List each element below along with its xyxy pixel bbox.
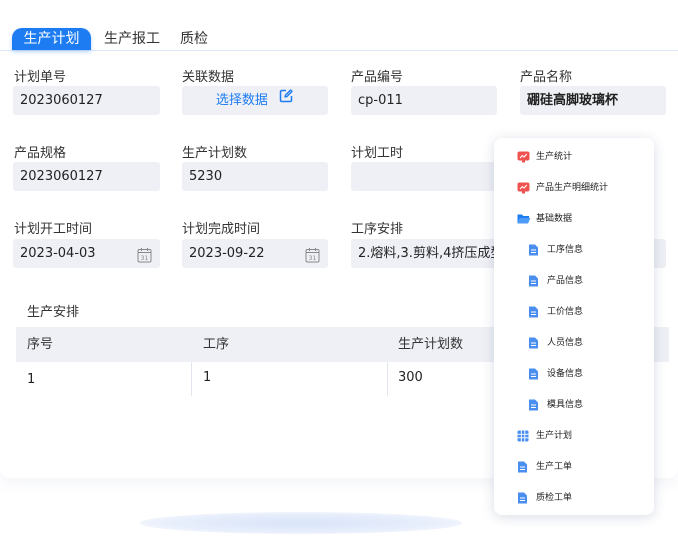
document-icon	[518, 461, 527, 473]
select-data-button[interactable]: 选择数据	[182, 86, 328, 115]
document-icon	[518, 492, 527, 504]
svg-text:31: 31	[309, 255, 317, 262]
plan-qty-field[interactable]: 5230	[182, 162, 328, 191]
product-code-field[interactable]: cp-011	[351, 86, 497, 115]
table-cell-plan-qty[interactable]: 300	[398, 370, 423, 385]
navigation-menu: 生产统计 产品生产明细统计 基础数据 工序信息 产品信息 工价信息 人员信息 设…	[494, 138, 654, 515]
end-time-field[interactable]: 2023-09-22 31	[182, 239, 328, 268]
column-header-plan-qty: 生产计划数	[398, 337, 464, 352]
start-time-value: 2023-04-03	[20, 246, 96, 261]
plan-hours-label: 计划工时	[351, 146, 404, 161]
chart-icon	[517, 151, 530, 163]
column-divider	[191, 362, 192, 396]
product-code-label: 产品编号	[351, 70, 404, 85]
end-time-value: 2023-09-22	[189, 246, 265, 261]
folder-open-icon	[517, 214, 531, 224]
document-icon	[529, 337, 538, 349]
document-icon	[529, 275, 538, 287]
svg-text:31: 31	[141, 255, 149, 262]
process-label: 工序安排	[351, 222, 404, 237]
table-icon	[517, 430, 529, 442]
calendar-icon[interactable]: 31	[305, 245, 320, 268]
plan-no-label: 计划单号	[14, 70, 67, 85]
table-cell-index: 1	[27, 372, 36, 387]
schedule-title: 生产安排	[27, 305, 80, 320]
select-data-label: 选择数据	[215, 93, 268, 108]
table-cell-process[interactable]: 1	[203, 370, 211, 385]
column-header-index: 序号	[27, 337, 54, 352]
product-name-field[interactable]: 硼硅高脚玻璃杯	[520, 86, 666, 115]
spec-field[interactable]: 2023060127	[13, 162, 160, 191]
spec-label: 产品规格	[14, 146, 67, 161]
plan-hours-field[interactable]	[351, 162, 497, 191]
tab-production-report[interactable]: 生产报工	[100, 28, 164, 50]
tab-divider	[0, 50, 678, 51]
edit-icon	[278, 86, 294, 115]
product-name-label: 产品名称	[520, 70, 573, 85]
document-icon	[529, 306, 538, 318]
document-icon	[529, 244, 538, 256]
end-time-label: 计划完成时间	[182, 222, 261, 237]
start-time-label: 计划开工时间	[14, 222, 93, 237]
tab-production-plan[interactable]: 生产计划	[12, 28, 91, 50]
chart-icon	[517, 182, 530, 194]
decorative-shadow-ellipse	[140, 512, 462, 534]
document-icon	[529, 368, 538, 380]
document-icon	[529, 399, 538, 411]
start-time-field[interactable]: 2023-04-03 31	[13, 239, 160, 268]
column-divider	[387, 362, 388, 396]
calendar-icon[interactable]: 31	[137, 245, 152, 268]
related-data-label: 关联数据	[182, 70, 235, 85]
tab-quality-check[interactable]: 质检	[174, 28, 214, 50]
column-header-process: 工序	[203, 337, 230, 352]
plan-qty-label: 生产计划数	[182, 146, 248, 161]
plan-no-field[interactable]: 2023060127	[13, 86, 160, 115]
